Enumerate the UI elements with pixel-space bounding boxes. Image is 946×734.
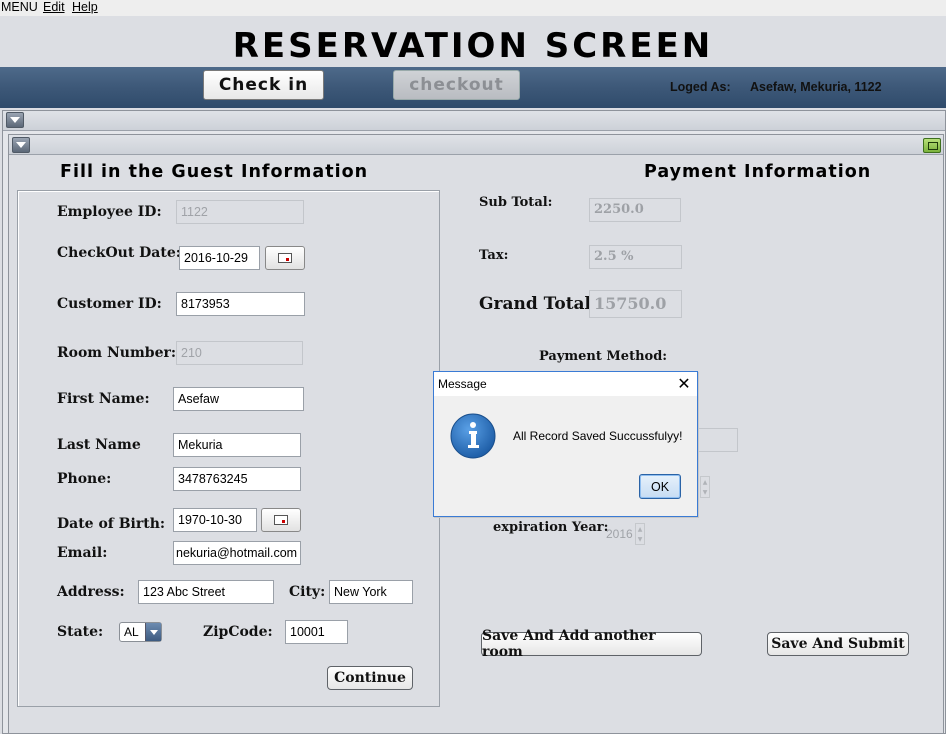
expiration-year-spinner: 2016 ▲ ▼ [603, 523, 645, 545]
outer-frame-menu-button[interactable] [6, 112, 24, 128]
menu-item-edit[interactable]: Edit [43, 0, 65, 14]
first-name-field[interactable]: Asefaw [173, 387, 304, 411]
save-submit-button[interactable]: Save And Submit [767, 632, 909, 656]
message-dialog: Message ✕ All Record Saved Succussfulyy!… [433, 371, 698, 517]
last-name-field[interactable]: Mekuria [173, 433, 301, 457]
city-field[interactable]: New York [329, 580, 413, 604]
grand-total-label: Grand Total: [479, 294, 598, 314]
chevron-down-icon [10, 117, 20, 123]
expiration-month-spinner: ▲ ▼ [700, 476, 710, 498]
dob-field[interactable]: 1970-10-30 [173, 508, 257, 532]
dialog-titlebar: Message ✕ [434, 372, 697, 396]
checkout-date-picker-button[interactable] [265, 246, 305, 270]
spinner-arrows: ▲ ▼ [700, 476, 710, 498]
first-name-label: First Name: [57, 391, 150, 407]
subtotal-field: 2250.0 [589, 198, 681, 222]
state-label: State: [57, 624, 104, 640]
employee-id-label: Employee ID: [57, 204, 162, 220]
maximize-button[interactable] [923, 138, 941, 153]
logged-user: Asefaw, Mekuria, 1122 [750, 80, 882, 94]
close-icon[interactable]: ✕ [674, 375, 694, 393]
logged-as-label: Loged As: [670, 80, 731, 94]
inner-frame-menu-button[interactable] [12, 137, 30, 153]
chevron-down-icon [16, 142, 26, 148]
employee-id-field: 1122 [176, 200, 304, 224]
room-number-label: Room Number: [57, 345, 177, 361]
customer-id-field[interactable]: 8173953 [176, 292, 305, 316]
subtotal-label: Sub Total: [479, 195, 553, 210]
tax-field: 2.5 % [589, 245, 682, 269]
state-select[interactable]: AL [119, 622, 162, 642]
menu-item-menu[interactable]: MENU [1, 0, 38, 14]
payment-section-title: Payment Information [644, 162, 872, 182]
customer-id-label: Customer ID: [57, 296, 162, 312]
spinner-up-icon: ▲ [637, 525, 643, 533]
tax-label: Tax: [479, 248, 509, 263]
city-label: City: [289, 584, 326, 600]
calendar-icon [278, 253, 292, 263]
email-field[interactable]: nekuria@hotmail.com [173, 541, 301, 565]
phone-field[interactable]: 3478763245 [173, 467, 301, 491]
spinner-arrows: ▲ ▼ [635, 523, 645, 545]
save-add-room-button[interactable]: Save And Add another room [481, 628, 702, 660]
continue-button[interactable]: Continue [327, 666, 413, 690]
calendar-icon [274, 515, 288, 525]
chevron-down-icon [145, 623, 161, 641]
spinner-down-icon: ▼ [702, 488, 708, 496]
zipcode-field[interactable]: 10001 [285, 620, 348, 644]
outer-frame-titlebar [3, 111, 945, 131]
dialog-title: Message [438, 377, 487, 391]
room-number-field: 210 [176, 341, 303, 365]
grand-total-field: 15750.0 [589, 290, 682, 318]
ok-button[interactable]: OK [639, 474, 681, 499]
checkout-date-label: CheckOut Date: [57, 245, 181, 261]
guest-section-title: Fill in the Guest Information [60, 162, 369, 182]
menu-bar: MENU Edit Help [0, 0, 946, 16]
checkout-date-field[interactable]: 2016-10-29 [179, 246, 260, 270]
payment-method-label: Payment Method: [539, 349, 668, 364]
dialog-message: All Record Saved Succussfulyy! [513, 429, 683, 443]
dob-picker-button[interactable] [261, 508, 301, 532]
expiration-year-label: expiration Year: [493, 520, 609, 535]
zipcode-label: ZipCode: [203, 624, 273, 640]
menu-item-help-label: Help [72, 0, 98, 14]
email-label: Email: [57, 545, 108, 561]
address-label: Address: [57, 584, 125, 600]
address-field[interactable]: 123 Abc Street [138, 580, 274, 604]
state-select-value: AL [124, 625, 139, 639]
last-name-label: Last Name [57, 437, 141, 453]
check-in-button[interactable]: Check in [203, 70, 324, 100]
expiration-year-value: 2016 [606, 527, 633, 541]
inner-frame-titlebar [9, 135, 943, 155]
info-icon [450, 413, 496, 459]
menu-item-help[interactable]: Help [72, 0, 98, 14]
dialog-body: All Record Saved Succussfulyy! OK [434, 396, 697, 516]
menu-item-edit-label: Edit [43, 0, 65, 14]
page-title: RESERVATION SCREEN [232, 26, 714, 66]
phone-label: Phone: [57, 471, 112, 487]
spinner-down-icon: ▼ [637, 535, 643, 543]
dob-label: Date of Birth: [57, 516, 166, 532]
spinner-up-icon: ▲ [702, 478, 708, 486]
checkout-button: checkout [393, 70, 520, 100]
